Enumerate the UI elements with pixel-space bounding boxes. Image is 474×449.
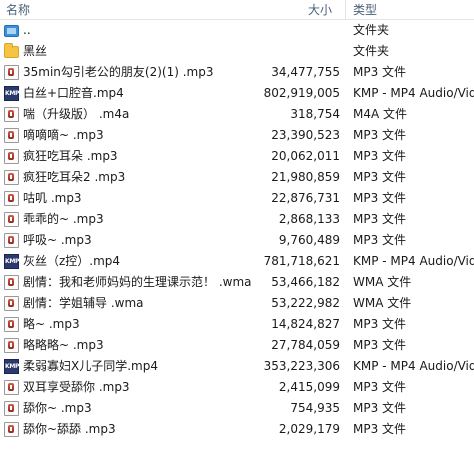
audio-file-icon bbox=[4, 296, 19, 311]
audio-file-icon bbox=[4, 422, 19, 437]
audio-file-icon bbox=[4, 317, 19, 332]
file-size: 53,222,982 bbox=[271, 296, 340, 310]
file-type: M4A 文件 bbox=[353, 107, 408, 121]
file-size: 781,718,621 bbox=[263, 254, 340, 268]
audio-file-icon bbox=[4, 380, 19, 395]
video-file-icon: KMP bbox=[4, 86, 19, 101]
column-divider[interactable] bbox=[345, 0, 346, 20]
audio-file-icon bbox=[4, 191, 19, 206]
audio-file-icon bbox=[4, 401, 19, 416]
file-row[interactable]: 剧情：我和老师妈妈的生理课示范！ .wma 53,466,182 WMA 文件 bbox=[0, 272, 474, 293]
file-type: MP3 文件 bbox=[353, 128, 407, 142]
file-type: KMP - MP4 Audio/Video bbox=[353, 254, 474, 268]
column-header-name[interactable]: 名称 bbox=[6, 0, 261, 21]
kmp-badge: KMP bbox=[5, 90, 20, 97]
file-row[interactable]: 疯狂吃耳朵 .mp3 20,062,011 MP3 文件 bbox=[0, 146, 474, 167]
file-type: MP3 文件 bbox=[353, 149, 407, 163]
file-size: 23,390,523 bbox=[271, 128, 340, 142]
file-type: MP3 文件 bbox=[353, 380, 407, 394]
video-file-icon: KMP bbox=[4, 254, 19, 269]
file-size: 27,784,059 bbox=[271, 338, 340, 352]
audio-file-icon bbox=[4, 338, 19, 353]
file-size: 2,415,099 bbox=[278, 380, 340, 394]
column-header-type[interactable]: 类型 bbox=[353, 0, 474, 21]
kmp-badge: KMP bbox=[5, 363, 20, 370]
audio-file-icon bbox=[4, 65, 19, 80]
file-row[interactable]: 喘（升级版） .m4a 318,754 M4A 文件 bbox=[0, 104, 474, 125]
file-size: 802,919,005 bbox=[263, 86, 340, 100]
file-row[interactable]: 略略略~ .mp3 27,784,059 MP3 文件 bbox=[0, 335, 474, 356]
file-type: MP3 文件 bbox=[353, 338, 407, 352]
file-row[interactable]: KMP 白丝+口腔音.mp4 802,919,005 KMP - MP4 Audio/… bbox=[0, 83, 474, 104]
file-size: 2,868,133 bbox=[278, 212, 340, 226]
kmp-badge: KMP bbox=[5, 258, 20, 265]
file-row[interactable]: 咕叽 .mp3 22,876,731 MP3 文件 bbox=[0, 188, 474, 209]
file-type: MP3 文件 bbox=[353, 191, 407, 205]
audio-file-icon bbox=[4, 212, 19, 227]
column-header-size[interactable]: 大小 bbox=[308, 0, 340, 21]
up-folder-icon bbox=[4, 25, 19, 37]
file-size: 9,760,489 bbox=[278, 233, 340, 247]
file-size: 21,980,859 bbox=[271, 170, 340, 184]
file-type: MP3 文件 bbox=[353, 65, 407, 79]
file-size: 22,876,731 bbox=[271, 191, 340, 205]
file-size: 53,466,182 bbox=[271, 275, 340, 289]
file-row[interactable]: 剧情：学姐辅导 .wma 53,222,982 WMA 文件 bbox=[0, 293, 474, 314]
file-size: 34,477,755 bbox=[271, 65, 340, 79]
file-type: MP3 文件 bbox=[353, 170, 407, 184]
file-row[interactable]: 黑丝 文件夹 bbox=[0, 41, 474, 62]
file-row[interactable]: 35min勾引老公的朋友(2)(1) .mp3 34,477,755 MP3 文件 bbox=[0, 62, 474, 83]
file-row[interactable]: 嘀嘀嘀~ .mp3 23,390,523 MP3 文件 bbox=[0, 125, 474, 146]
video-file-icon: KMP bbox=[4, 359, 19, 374]
file-row[interactable]: 略~ .mp3 14,824,827 MP3 文件 bbox=[0, 314, 474, 335]
file-row[interactable]: 双耳享受舔你 .mp3 2,415,099 MP3 文件 bbox=[0, 377, 474, 398]
audio-file-icon bbox=[4, 128, 19, 143]
file-type: 文件夹 bbox=[353, 44, 390, 58]
file-row[interactable]: 疯狂吃耳朵2 .mp3 21,980,859 MP3 文件 bbox=[0, 167, 474, 188]
file-type: WMA 文件 bbox=[353, 275, 412, 289]
file-type: MP3 文件 bbox=[353, 317, 407, 331]
file-row[interactable]: 呼吸~ .mp3 9,760,489 MP3 文件 bbox=[0, 230, 474, 251]
file-type: KMP - MP4 Audio/Video bbox=[353, 86, 474, 100]
file-size: 2,029,179 bbox=[278, 422, 340, 436]
folder-icon bbox=[4, 43, 19, 58]
audio-file-icon bbox=[4, 233, 19, 248]
file-type: MP3 文件 bbox=[353, 422, 407, 436]
file-type: MP3 文件 bbox=[353, 212, 407, 226]
file-type: 文件夹 bbox=[353, 23, 390, 37]
audio-file-icon bbox=[4, 275, 19, 290]
file-size: 20,062,011 bbox=[271, 149, 340, 163]
column-header-bar: 名称 ^ 大小 类型 bbox=[0, 0, 474, 20]
file-row[interactable]: .. 文件夹 bbox=[0, 20, 474, 41]
file-row[interactable]: KMP 柔弱寡妇X儿子同学.mp4 353,223,306 KMP - MP4 Aud… bbox=[0, 356, 474, 377]
audio-file-icon bbox=[4, 107, 19, 122]
file-size: 14,824,827 bbox=[271, 317, 340, 331]
file-type: MP3 文件 bbox=[353, 401, 407, 415]
file-type: WMA 文件 bbox=[353, 296, 412, 310]
file-type: MP3 文件 bbox=[353, 233, 407, 247]
file-row[interactable]: KMP 灰丝（z控）.mp4 781,718,621 KMP - MP4 Audio/… bbox=[0, 251, 474, 272]
audio-file-icon bbox=[4, 149, 19, 164]
audio-file-icon bbox=[4, 170, 19, 185]
file-size: 318,754 bbox=[290, 107, 340, 121]
file-row[interactable]: 舔你~舔舔 .mp3 2,029,179 MP3 文件 bbox=[0, 419, 474, 440]
file-size bbox=[240, 20, 340, 41]
file-size: 353,223,306 bbox=[263, 359, 340, 373]
sort-indicator-icon: ^ bbox=[177, 0, 190, 7]
file-size: 754,935 bbox=[290, 401, 340, 415]
file-row[interactable]: 乖乖的~ .mp3 2,868,133 MP3 文件 bbox=[0, 209, 474, 230]
file-type: KMP - MP4 Audio/Video bbox=[353, 359, 474, 373]
file-size bbox=[240, 41, 340, 62]
file-row[interactable]: 舔你~ .mp3 754,935 MP3 文件 bbox=[0, 398, 474, 419]
